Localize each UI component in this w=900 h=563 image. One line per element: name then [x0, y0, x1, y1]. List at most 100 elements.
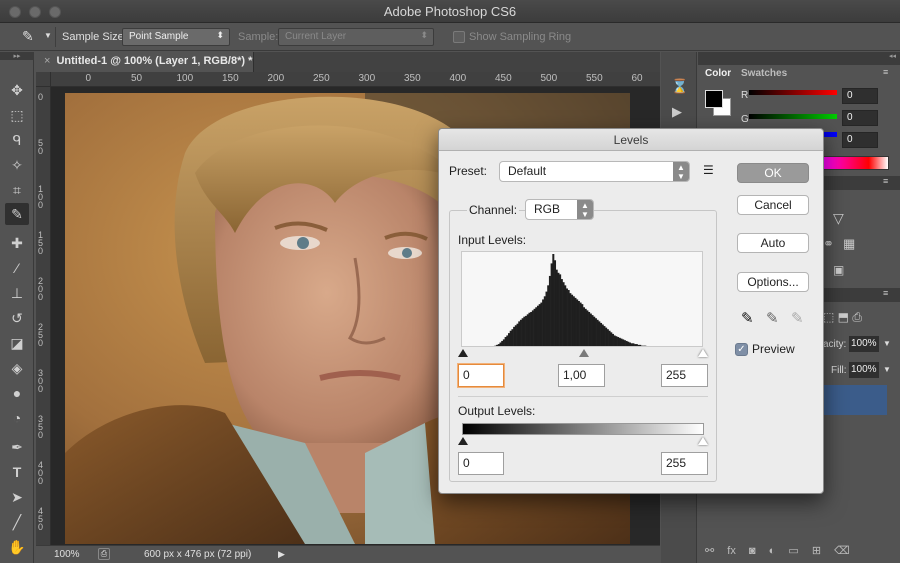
- ruler-v-tick-label: 450: [38, 506, 44, 532]
- marquee-tool-icon[interactable]: ⬚: [5, 104, 29, 126]
- red-slider[interactable]: [749, 90, 837, 95]
- adjustment-icon-gradient[interactable]: ▣: [833, 263, 844, 277]
- histogram-bar: [620, 338, 623, 346]
- new-layer-icon[interactable]: ⊞: [812, 545, 821, 557]
- healing-brush-tool-icon[interactable]: ✚: [5, 232, 29, 254]
- sample-select[interactable]: Current Layer ⬍: [278, 28, 434, 46]
- output-black-slider[interactable]: [458, 437, 468, 445]
- adjustment-icon-grid[interactable]: ▦: [843, 236, 855, 252]
- app-title: Adobe Photoshop CS6: [383, 4, 517, 19]
- lasso-tool-icon[interactable]: ᑫ: [5, 129, 29, 151]
- type-tool-icon[interactable]: T: [5, 461, 29, 483]
- tool-preset-dropdown-icon[interactable]: ▼: [44, 31, 52, 40]
- black-eyedropper-icon[interactable]: ✎: [741, 309, 754, 327]
- green-slider[interactable]: [749, 114, 837, 119]
- histogram-bar: [493, 346, 495, 347]
- histogram-bar: [576, 299, 579, 346]
- brush-tool-icon[interactable]: ⁄: [5, 257, 29, 279]
- color-spectrum-bar[interactable]: [823, 156, 889, 170]
- link-layers-icon[interactable]: ⚯: [705, 545, 714, 557]
- clone-stamp-tool-icon[interactable]: ⊥: [5, 282, 29, 304]
- selected-layer-row[interactable]: [823, 385, 887, 415]
- b-value-field[interactable]: 0: [842, 132, 878, 148]
- document-tab[interactable]: × Untitled-1 @ 100% (Layer 1, RGB/8*) *: [36, 52, 254, 72]
- paint-bucket-tool-icon[interactable]: ◈: [5, 357, 29, 379]
- adjustment-icon-triangle[interactable]: ▽: [833, 210, 844, 227]
- move-tool-icon[interactable]: ✥: [5, 79, 29, 101]
- blur-tool-icon[interactable]: ●: [5, 382, 29, 404]
- new-adjustment-icon[interactable]: ◐: [769, 545, 776, 557]
- eraser-tool-icon[interactable]: ◪: [5, 332, 29, 354]
- line-tool-icon[interactable]: ╱: [5, 511, 29, 533]
- adjustment-icon-channel-mixer[interactable]: ⚭: [823, 236, 834, 252]
- ruler-h-tick-label: 400: [449, 73, 467, 84]
- ruler-origin[interactable]: [36, 72, 51, 87]
- zoom-level[interactable]: 100%: [54, 549, 80, 560]
- new-group-icon[interactable]: ▭: [788, 545, 798, 557]
- status-menu-arrow-icon[interactable]: ▶: [278, 549, 285, 560]
- input-gamma-slider[interactable]: [579, 349, 589, 357]
- panel-menu-icon[interactable]: ≡: [883, 67, 888, 77]
- panel-menu-icon[interactable]: ≡: [883, 288, 888, 298]
- eyedropper-tool-preset-icon[interactable]: ✎: [22, 28, 34, 45]
- sample-size-select[interactable]: Point Sample ⬍: [122, 28, 230, 46]
- preset-select[interactable]: Default ▲ ▼: [499, 161, 690, 182]
- opacity-dropdown-icon[interactable]: ▼: [883, 339, 891, 348]
- r-value-field[interactable]: 0: [842, 88, 878, 104]
- input-gamma-field[interactable]: 1,00: [558, 364, 605, 387]
- histogram-bar: [564, 285, 567, 346]
- fill-field[interactable]: 100%: [849, 362, 879, 378]
- cancel-button[interactable]: Cancel: [737, 195, 809, 215]
- panel-collapse-icon[interactable]: ◂◂: [698, 52, 900, 65]
- output-white-slider[interactable]: [698, 437, 708, 445]
- history-panel-icon[interactable]: ⌛: [671, 78, 688, 95]
- path-selection-tool-icon[interactable]: ➤: [5, 486, 29, 508]
- show-sampling-ring-checkbox[interactable]: [453, 31, 465, 43]
- auto-button[interactable]: Auto: [737, 233, 809, 253]
- histogram-bar: [496, 344, 499, 346]
- gray-eyedropper-icon[interactable]: ✎: [766, 309, 779, 327]
- histogram-bar: [535, 307, 538, 346]
- output-black-field[interactable]: 0: [458, 452, 504, 475]
- dodge-tool-icon[interactable]: ◔: [5, 407, 29, 429]
- histogram-bar: [644, 345, 647, 346]
- opacity-field[interactable]: 100%: [849, 336, 879, 352]
- history-brush-tool-icon[interactable]: ↺: [5, 307, 29, 329]
- ok-button[interactable]: OK: [737, 163, 809, 183]
- input-white-point-slider[interactable]: [698, 349, 708, 357]
- actions-panel-icon[interactable]: ▶: [672, 104, 682, 120]
- tab-swatches[interactable]: Swatches: [735, 66, 793, 83]
- options-button[interactable]: Options...: [737, 272, 809, 292]
- eyedropper-tool-icon[interactable]: ✎: [5, 203, 29, 225]
- white-eyedropper-icon[interactable]: ✎: [791, 309, 804, 327]
- input-black-point-slider[interactable]: [458, 349, 468, 357]
- g-value-field[interactable]: 0: [842, 110, 878, 126]
- pen-tool-icon[interactable]: ✒: [5, 436, 29, 458]
- add-mask-icon[interactable]: ◙: [749, 545, 756, 557]
- crop-tool-icon[interactable]: ⌗: [5, 179, 29, 201]
- preset-options-icon[interactable]: ☰: [703, 163, 714, 177]
- document-info-icon[interactable]: ⎙: [98, 548, 110, 560]
- magic-wand-tool-icon[interactable]: ✧: [5, 154, 29, 176]
- close-document-icon[interactable]: ×: [44, 55, 50, 67]
- channel-select[interactable]: RGB ▲ ▼: [525, 199, 594, 220]
- foreground-color-swatch[interactable]: [705, 90, 723, 108]
- hand-tool-icon[interactable]: ✋: [5, 536, 29, 558]
- output-levels-label: Output Levels:: [458, 404, 536, 418]
- delete-layer-icon[interactable]: ⌫: [834, 545, 850, 557]
- channel-label: Channel:: [467, 203, 520, 217]
- input-white-field[interactable]: 255: [661, 364, 708, 387]
- panel-collapse-icon[interactable]: ▸▸: [0, 52, 34, 60]
- histogram-bar: [605, 327, 608, 346]
- ruler-v-tick-label: 400: [38, 460, 44, 486]
- output-white-field[interactable]: 255: [661, 452, 708, 475]
- input-black-field[interactable]: 0: [458, 364, 504, 387]
- layer-filter-icons[interactable]: ⬚ ⬒ ⎙: [823, 310, 862, 325]
- panel-menu-icon[interactable]: ≡: [883, 176, 888, 186]
- preview-checkbox[interactable]: ✓: [735, 343, 748, 356]
- fill-dropdown-icon[interactable]: ▼: [883, 365, 891, 374]
- ruler-h-tick-label: 0: [85, 73, 92, 84]
- histogram-bar: [540, 302, 543, 346]
- tab-color[interactable]: Color: [699, 66, 738, 83]
- layer-style-icon[interactable]: fx: [727, 545, 736, 557]
